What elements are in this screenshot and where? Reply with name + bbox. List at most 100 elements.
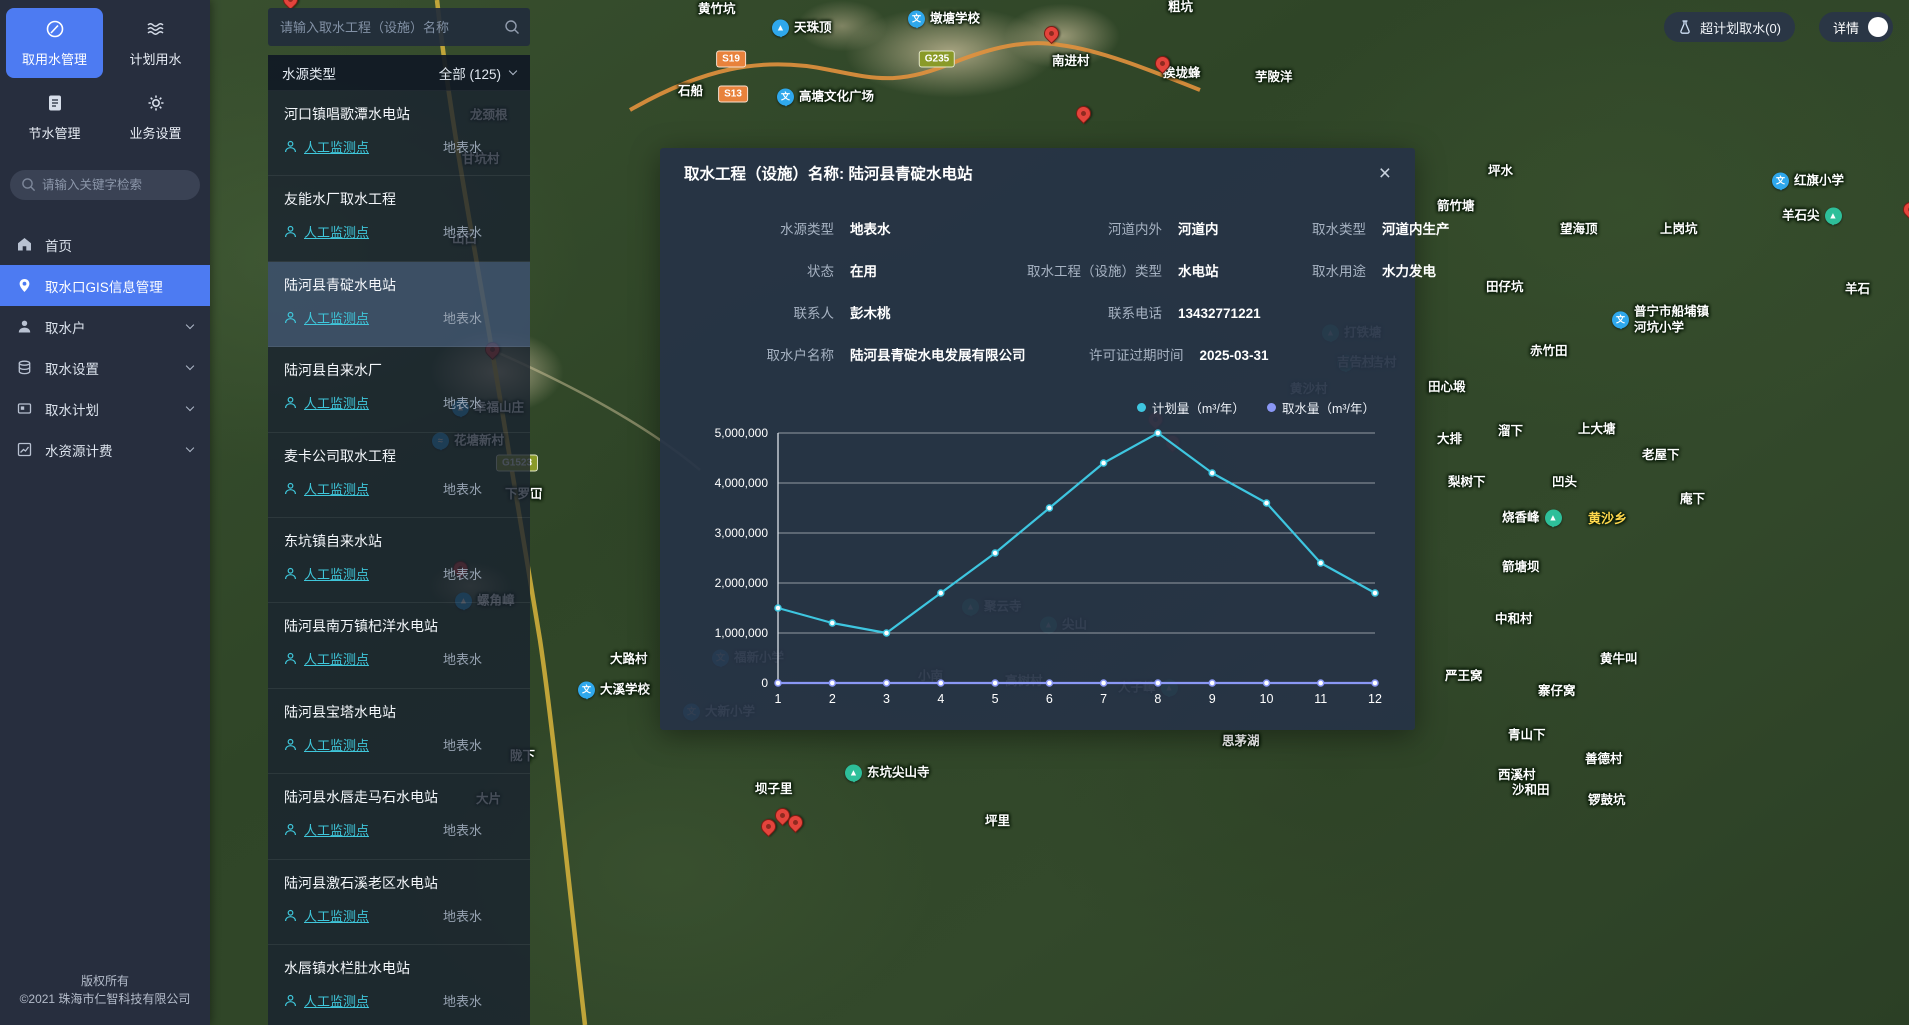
list-item[interactable]: 陆河县激石溪老区水电站人工监测点地表水 (268, 860, 530, 945)
station-name: 陆河县南万镇杞洋水电站 (284, 616, 514, 636)
sidebar-search (10, 170, 200, 200)
modal-fields: 水源类型地表水河道内外河道内取水类型河道内生产状态在用取水工程（设施）类型水电站… (660, 198, 1415, 364)
station-search (268, 8, 530, 46)
field-row: 联系人彭木桃 联系电话13432771221 (686, 302, 1387, 322)
map-label: 黄竹坑 (698, 2, 736, 18)
monitor-type: 人工监测点 (284, 222, 369, 241)
list-item[interactable]: 友能水厂取水工程人工监测点地表水 (268, 176, 530, 261)
map-label: 黄牛叫 (1600, 652, 1638, 668)
field-label: 联系人 (686, 302, 834, 322)
svg-text:4,000,000: 4,000,000 (714, 476, 768, 490)
map-label: 大排 (1437, 432, 1462, 448)
copyright-line2: ©2021 珠海市仁智科技有限公司 (8, 990, 202, 1009)
field-row: 状态在用取水工程（设施）类型水电站取水用途水力发电 (686, 260, 1387, 280)
water-source-type: 地表水 (443, 906, 482, 925)
detail-toggle[interactable]: 详情 (1819, 12, 1893, 42)
map-label: 青山下 (1508, 728, 1546, 744)
station-search-input[interactable] (268, 8, 530, 46)
modal-title: 取水工程（设施）名称: 陆河县青碇水电站 (684, 162, 972, 184)
list-item[interactable]: 陆河县水唇走马石水电站人工监测点地表水 (268, 774, 530, 859)
legend-item[interactable]: 取水量（m³/年） (1267, 398, 1375, 417)
module-3[interactable]: 节水管理 (6, 82, 103, 152)
modal-header: 取水工程（设施）名称: 陆河县青碇水电站 × (660, 148, 1415, 198)
list-item[interactable]: 陆河县宝塔水电站人工监测点地表水 (268, 689, 530, 774)
svg-text:10: 10 (1259, 692, 1273, 706)
map-label: 老屋下 (1642, 448, 1680, 464)
sidebar-item-2[interactable]: 取水口GIS信息管理 (0, 265, 210, 306)
map-label: 挨垅蜂 (1163, 66, 1201, 82)
over-plan-label: 超计划取水(0) (1700, 18, 1781, 37)
person-icon (284, 140, 297, 153)
search-icon[interactable] (504, 19, 520, 35)
module-4[interactable]: 业务设置 (107, 82, 204, 152)
station-name: 陆河县宝塔水电站 (284, 702, 514, 722)
home-icon (17, 237, 32, 252)
field: 取水用途水力发电 (1290, 260, 1436, 280)
map-label: 石船 (678, 84, 703, 100)
field-value: 彭木桃 (850, 302, 891, 322)
road-shield: G235 (919, 51, 955, 68)
station-list-panel: 水源类型 全部 (125) 河口镇唱歌潭水电站人工监测点地表水友能水厂取水工程人… (268, 8, 530, 1025)
sidebar-item-3[interactable]: 取水户 (0, 306, 210, 347)
field: 联系电话13432771221 (1004, 302, 1290, 322)
flask-icon (1678, 20, 1692, 35)
svg-text:5,000,000: 5,000,000 (714, 426, 768, 440)
field-value: 地表水 (850, 218, 891, 238)
sidebar-search-input[interactable] (10, 170, 200, 200)
source-type-filter: 水源类型 全部 (125) (268, 55, 530, 91)
road-shield: S13 (718, 86, 748, 103)
list-item[interactable]: 陆河县青碇水电站人工监测点地表水 (268, 262, 530, 347)
list-item[interactable]: 水唇镇水栏肚水电站人工监测点地表水 (268, 945, 530, 1025)
monitor-type: 人工监测点 (284, 393, 369, 412)
water-source-type: 地表水 (443, 820, 482, 839)
station-name: 陆河县水唇走马石水电站 (284, 787, 514, 807)
svg-text:7: 7 (1100, 692, 1107, 706)
field-value: 水电站 (1178, 260, 1219, 280)
filter-dropdown[interactable]: 全部 (125) (439, 63, 516, 83)
map-label: 锣鼓坑 (1588, 793, 1626, 809)
gauge-icon (45, 19, 65, 42)
station-name: 水唇镇水栏肚水电站 (284, 958, 514, 978)
sidebar-item-label: 水资源计费 (45, 440, 113, 460)
list-item[interactable]: 东坑镇自来水站人工监测点地表水 (268, 518, 530, 603)
map-label: 文普宁市船埔镇 河坑小学 (1612, 304, 1709, 335)
field-value: 河道内 (1178, 218, 1219, 238)
map-label: 寨仔窝 (1538, 684, 1576, 700)
monitor-type: 人工监测点 (284, 308, 369, 327)
list-item[interactable]: 陆河县南万镇杞洋水电站人工监测点地表水 (268, 603, 530, 688)
field-value: 13432771221 (1178, 306, 1261, 321)
module-1[interactable]: 取用水管理 (6, 8, 103, 78)
list-item[interactable]: 河口镇唱歌潭水电站人工监测点地表水 (268, 91, 530, 176)
map-label: 上岗坑 (1660, 222, 1698, 238)
sidebar-item-4[interactable]: 取水设置 (0, 347, 210, 388)
pin-icon (17, 278, 32, 293)
svg-text:8: 8 (1154, 692, 1161, 706)
sidebar-item-6[interactable]: 水资源计费 (0, 429, 210, 470)
legend-item[interactable]: 计划量（m³/年） (1137, 398, 1245, 417)
list-item[interactable]: 陆河县自来水厂人工监测点地表水 (268, 347, 530, 432)
svg-text:2,000,000: 2,000,000 (714, 576, 768, 590)
module-2[interactable]: 计划用水 (107, 8, 204, 78)
water-source-type: 地表水 (443, 308, 482, 327)
sidebar-item-label: 首页 (45, 235, 72, 255)
database-icon (17, 360, 32, 375)
temple-pin-icon: ▲ (845, 765, 862, 782)
sidebar-item-5[interactable]: 取水计划 (0, 388, 210, 429)
toggle-knob[interactable] (1868, 17, 1888, 37)
withdrawal-chart: 01,000,0002,000,0003,000,0004,000,0005,0… (683, 417, 1393, 717)
map-label: 坪里 (985, 814, 1010, 830)
field-value: 在用 (850, 260, 877, 280)
list-item[interactable]: 麦卡公司取水工程人工监测点地表水 (268, 433, 530, 518)
sidebar-item-1[interactable]: 首页 (0, 224, 210, 265)
monitor-type: 人工监测点 (284, 991, 369, 1010)
module-switcher: 取用水管理计划用水节水管理业务设置 (0, 0, 210, 154)
map-label: 中和村 (1495, 612, 1533, 628)
svg-text:5: 5 (991, 692, 998, 706)
map-label: 文红旗小学 (1772, 173, 1844, 190)
person-icon (284, 311, 297, 324)
close-icon[interactable]: × (1379, 163, 1391, 184)
over-plan-badge[interactable]: 超计划取水(0) (1664, 12, 1795, 42)
legend-dot (1137, 403, 1146, 412)
svg-text:12: 12 (1368, 692, 1382, 706)
map-label: 羊石尖▲ (1782, 208, 1842, 225)
